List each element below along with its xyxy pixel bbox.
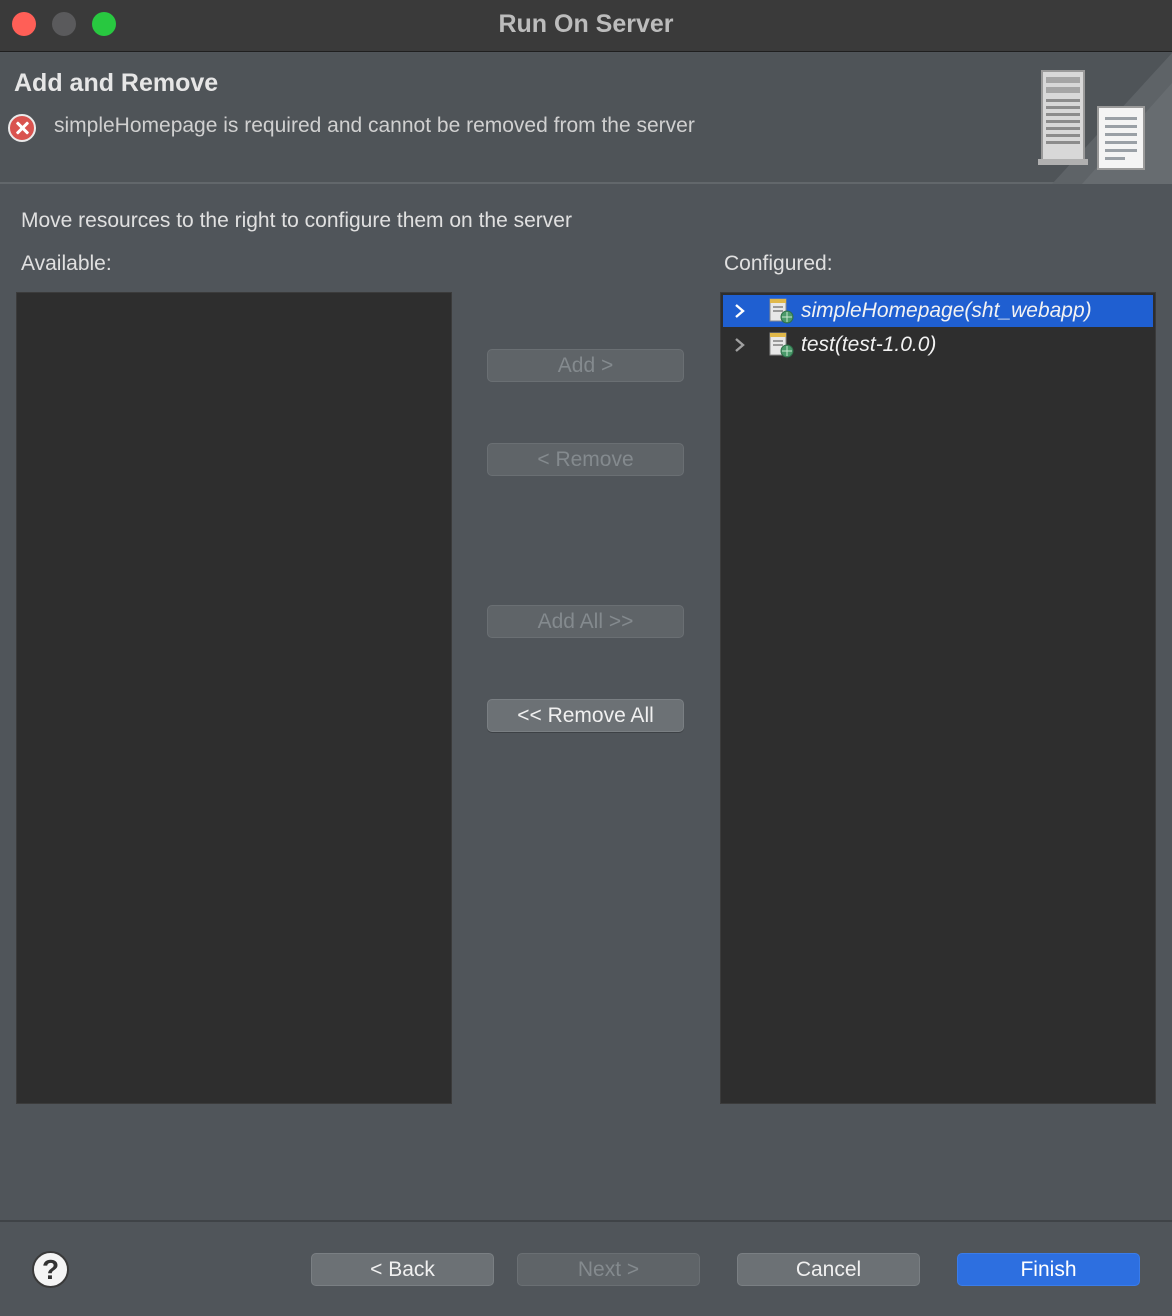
web-project-icon (767, 331, 795, 359)
run-on-server-dialog: Run On Server Add and Remove simpleHomep… (0, 0, 1172, 1316)
chevron-right-icon[interactable] (725, 303, 755, 319)
help-button[interactable]: ? (32, 1251, 69, 1288)
add-button[interactable]: Add > (487, 349, 684, 382)
footer-divider (0, 1220, 1172, 1222)
window-title: Run On Server (498, 10, 674, 38)
finish-button[interactable]: Finish (957, 1253, 1140, 1286)
configured-item-label: test(test-1.0.0) (801, 333, 937, 356)
add-all-button[interactable]: Add All >> (487, 605, 684, 638)
page-title: Add and Remove (14, 69, 219, 97)
available-list[interactable] (16, 292, 452, 1104)
configured-item-test[interactable]: test(test-1.0.0) (723, 329, 1153, 361)
server-illustration-icon (1038, 53, 1172, 184)
cancel-button[interactable]: Cancel (737, 1253, 920, 1286)
configured-item-label: simpleHomepage(sht_webapp) (801, 299, 1092, 322)
remove-all-button[interactable]: << Remove All (487, 699, 684, 732)
chevron-right-icon[interactable] (725, 337, 755, 353)
web-project-icon (767, 297, 795, 325)
next-button[interactable]: Next > (517, 1253, 700, 1286)
instruction-text: Move resources to the right to configure… (21, 209, 572, 232)
title-bar: Run On Server (0, 0, 1172, 52)
available-label: Available: (21, 252, 112, 275)
configured-list[interactable]: simpleHomepage(sht_webapp) test(test-1.0… (720, 292, 1156, 1104)
wizard-header: Add and Remove simpleHomepage is require… (0, 53, 1172, 184)
error-message: simpleHomepage is required and cannot be… (54, 114, 695, 137)
error-icon (8, 114, 36, 142)
back-button[interactable]: < Back (311, 1253, 494, 1286)
configured-label: Configured: (724, 252, 833, 275)
remove-button[interactable]: < Remove (487, 443, 684, 476)
configured-item-simplehomepage[interactable]: simpleHomepage(sht_webapp) (723, 295, 1153, 327)
